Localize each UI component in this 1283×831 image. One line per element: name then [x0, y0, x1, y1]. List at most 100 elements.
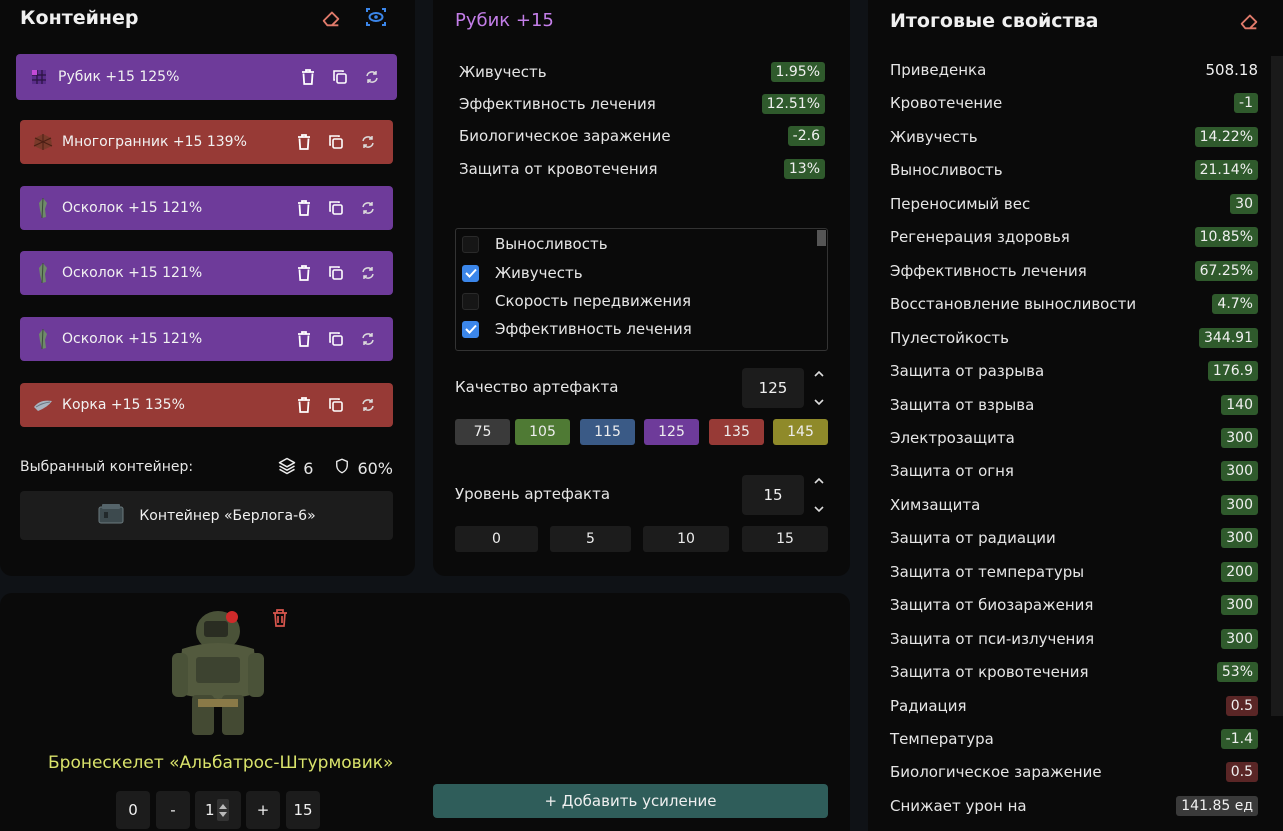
property-row: Приведенка 508.18	[890, 57, 1258, 83]
armor-image	[168, 601, 268, 741]
property-row: Защита от температуры 200	[890, 559, 1258, 585]
quality-stepper[interactable]	[812, 370, 826, 406]
property-label: Электрозащита	[890, 428, 1015, 447]
chevron-up-icon	[814, 370, 824, 377]
property-row: Снижает урон на 141.85 ед	[890, 793, 1258, 819]
level-option[interactable]: 10	[643, 526, 729, 552]
property-label: Химзащита	[890, 495, 981, 514]
level-max-button[interactable]: 15	[286, 791, 320, 829]
copy-icon[interactable]	[325, 328, 347, 350]
property-row: Защита от радиации 300	[890, 525, 1258, 551]
property-value: 300	[1221, 628, 1258, 649]
level-stepper[interactable]	[812, 477, 826, 513]
property-checklist: Выносливость Живучесть Скорость передвижен…	[455, 228, 828, 351]
property-row: Переносимый вес 30	[890, 191, 1258, 217]
property-value: 30	[1230, 193, 1258, 214]
chevron-down-icon	[814, 506, 824, 513]
level-minus-button[interactable]: -	[156, 791, 190, 829]
container-artifact-row[interactable]: Многогранник +15 139%	[20, 120, 393, 164]
quality-option[interactable]: 145	[773, 419, 828, 445]
checklist-item[interactable]: Эффективность лечения	[462, 318, 692, 340]
copy-icon[interactable]	[325, 131, 347, 153]
container-panel: Контейнер Рубик +15 125% Многогранник +15…	[0, 0, 415, 576]
property-label: Защита от кровотечения	[890, 663, 1089, 682]
trash-icon[interactable]	[293, 197, 315, 219]
container-select-button[interactable]: Контейнер «Берлога-6»	[20, 491, 393, 540]
copy-icon[interactable]	[325, 197, 347, 219]
copy-icon[interactable]	[325, 394, 347, 416]
container-artifact-row[interactable]: Рубик +15 125%	[16, 54, 397, 100]
properties-scrollbar[interactable]	[1271, 56, 1283, 716]
property-label: Эффективность лечения	[890, 261, 1087, 280]
polyhedron-icon	[32, 131, 54, 153]
swap-icon[interactable]	[357, 328, 379, 350]
trash-icon[interactable]	[293, 131, 315, 153]
artifact-label: Осколок +15 121%	[62, 200, 203, 216]
add-boost-button[interactable]: + Добавить усиление	[433, 784, 828, 818]
eye-scan-icon[interactable]	[363, 4, 389, 30]
artifact-label: Корка +15 135%	[62, 397, 185, 413]
quality-option[interactable]: 75	[455, 419, 510, 445]
layers-icon	[277, 456, 297, 480]
trash-icon[interactable]	[293, 328, 315, 350]
property-value: 4.7%	[1212, 294, 1258, 315]
artifact-label: Многогранник +15 139%	[62, 134, 247, 150]
level-plus-button[interactable]: +	[246, 791, 280, 829]
property-row: Восстановление выносливости 4.7%	[890, 291, 1258, 317]
trash-icon[interactable]	[293, 394, 315, 416]
swap-icon[interactable]	[357, 197, 379, 219]
checkbox[interactable]	[462, 264, 479, 282]
quality-option[interactable]: 125	[644, 419, 699, 445]
container-artifact-row[interactable]: Осколок +15 121%	[20, 186, 393, 230]
container-artifact-row[interactable]: Корка +15 135%	[20, 383, 393, 427]
level-input[interactable]: 15	[742, 475, 804, 515]
property-value: 344.91	[1199, 327, 1258, 348]
property-label: Приведенка	[890, 61, 987, 79]
level-option[interactable]: 5	[550, 526, 631, 552]
swap-icon[interactable]	[357, 262, 379, 284]
container-artifact-row[interactable]: Осколок +15 121%	[20, 317, 393, 361]
chevron-down-icon	[814, 399, 824, 406]
checklist-item[interactable]: Выносливость	[462, 233, 608, 255]
stat-label: Биологическое заражение	[459, 127, 671, 145]
checklist-scrollbar[interactable]	[817, 230, 826, 246]
swap-icon[interactable]	[361, 66, 383, 88]
trash-icon[interactable]	[293, 262, 315, 284]
property-row: Электрозащита 300	[890, 425, 1258, 451]
property-row: Защита от пси-излучения 300	[890, 626, 1258, 652]
copy-icon[interactable]	[329, 66, 351, 88]
property-label: Защита от температуры	[890, 562, 1085, 581]
trash-icon[interactable]	[267, 605, 293, 631]
eraser-icon[interactable]	[1236, 8, 1262, 34]
swap-icon[interactable]	[357, 131, 379, 153]
checklist-item[interactable]: Живучесть	[462, 262, 583, 284]
property-label: Кровотечение	[890, 94, 1003, 113]
property-row: Кровотечение -1	[890, 90, 1258, 116]
level-zero-button[interactable]: 0	[116, 791, 150, 829]
quality-input[interactable]: 125	[742, 368, 804, 408]
checkbox[interactable]	[462, 292, 479, 310]
stat-label: Эффективность лечения	[459, 95, 656, 113]
artifact-stat-row: Эффективность лечения 12.51%	[459, 92, 825, 116]
container-artifact-row[interactable]: Осколок +15 121%	[20, 251, 393, 295]
trash-icon[interactable]	[297, 66, 319, 88]
spin-buttons[interactable]	[216, 799, 229, 821]
swap-icon[interactable]	[357, 394, 379, 416]
stat-value: 12.51%	[761, 94, 825, 114]
quality-option[interactable]: 115	[580, 419, 635, 445]
artifact-label: Рубик +15 125%	[58, 69, 180, 85]
level-option[interactable]: 0	[455, 526, 538, 552]
level-option[interactable]: 15	[742, 526, 828, 552]
property-value: -1.4	[1220, 729, 1258, 749]
checklist-item[interactable]: Скорость передвижения	[462, 290, 691, 312]
armor-level-input[interactable]: 1	[195, 791, 241, 829]
copy-icon[interactable]	[325, 262, 347, 284]
property-label: Защита от биозаражения	[890, 596, 1094, 615]
eraser-icon[interactable]	[318, 5, 344, 31]
checkbox[interactable]	[462, 320, 479, 338]
quality-option[interactable]: 105	[515, 419, 570, 445]
checkbox[interactable]	[462, 235, 479, 253]
quality-option[interactable]: 135	[709, 419, 764, 445]
property-row: Выносливость 21.14%	[890, 157, 1258, 183]
property-row: Биологическое заражение 0.5	[890, 759, 1258, 785]
